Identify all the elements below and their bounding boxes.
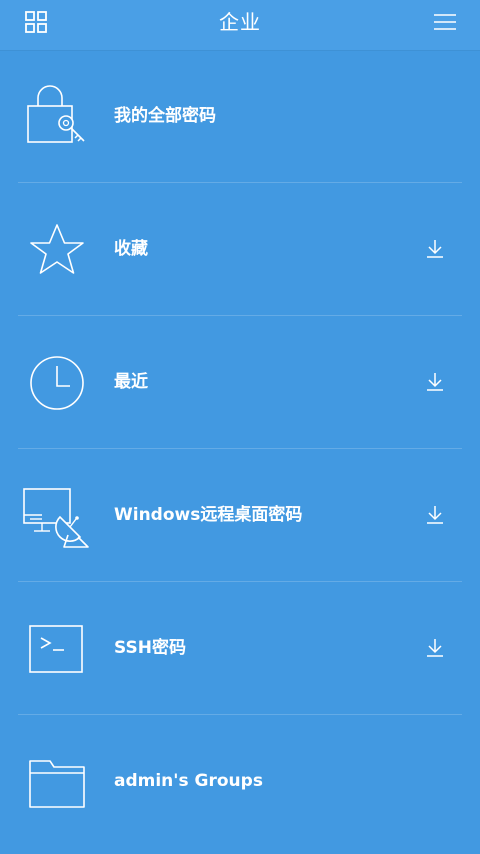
list-item-all-passwords[interactable]: 我的全部密码 <box>0 50 480 183</box>
remote-desktop-icon <box>23 488 89 548</box>
app-screen: 企业 我的全部密码 收藏 最近 Windows远程桌面密码 SSH密码 admi… <box>0 0 480 854</box>
lock-key-icon <box>27 85 85 143</box>
list-item-label: 最近 <box>114 372 148 392</box>
download-button[interactable] <box>424 637 446 659</box>
download-button[interactable] <box>424 371 446 393</box>
terminal-icon <box>29 625 83 673</box>
list-item-admin-groups[interactable]: admin's Groups <box>0 715 480 848</box>
star-icon <box>30 224 84 274</box>
hamburger-menu-button[interactable] <box>430 8 460 38</box>
list-item-ssh[interactable]: SSH密码 <box>0 582 480 715</box>
list-item-label: 收藏 <box>114 239 148 259</box>
list-item-recent[interactable]: 最近 <box>0 316 480 449</box>
list-item-label: admin's Groups <box>114 771 263 791</box>
list-item-label: 我的全部密码 <box>114 106 216 126</box>
list-item-label: SSH密码 <box>114 638 186 658</box>
page-title: 企业 <box>219 10 261 34</box>
vault-category-list: 我的全部密码 收藏 最近 Windows远程桌面密码 SSH密码 admin's… <box>0 50 480 848</box>
folder-icon <box>29 760 85 808</box>
top-bar: 企业 <box>0 0 480 50</box>
download-icon <box>427 373 443 391</box>
download-button[interactable] <box>424 504 446 526</box>
hamburger-icon <box>434 14 456 30</box>
download-button[interactable] <box>424 238 446 260</box>
download-icon <box>427 506 443 524</box>
download-icon <box>427 240 443 258</box>
list-item-windows-remote-desktop[interactable]: Windows远程桌面密码 <box>0 449 480 582</box>
download-icon <box>427 639 443 657</box>
list-item-favorites[interactable]: 收藏 <box>0 183 480 316</box>
clock-icon <box>30 356 84 410</box>
list-item-label: Windows远程桌面密码 <box>114 505 303 525</box>
